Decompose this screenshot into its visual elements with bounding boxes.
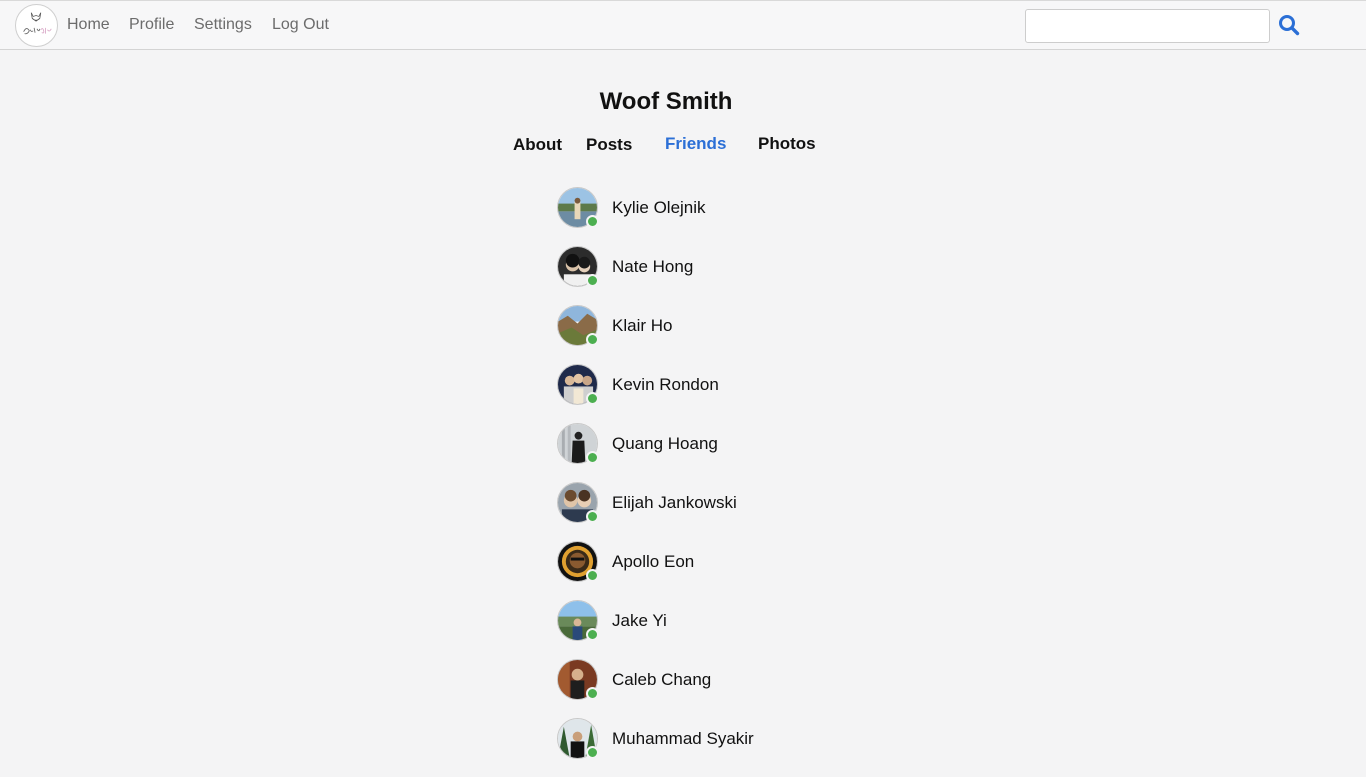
search-button[interactable] — [1278, 14, 1302, 38]
friend-name: Quang Hoang — [612, 434, 718, 453]
friend-name: Caleb Chang — [612, 670, 712, 689]
search-input[interactable] — [1025, 9, 1270, 43]
tab-about[interactable]: About — [513, 135, 562, 155]
friend-item[interactable]: Muhammad Syakir — [557, 718, 857, 777]
online-status-dot — [586, 746, 599, 759]
friend-name: Kevin Rondon — [612, 375, 719, 394]
tab-friends[interactable]: Friends — [665, 134, 726, 154]
friend-item[interactable]: Caleb Chang — [557, 659, 857, 718]
friend-item[interactable]: Kylie Olejnik — [557, 187, 857, 246]
online-status-dot — [586, 392, 599, 405]
nav-home-link[interactable]: Home — [67, 16, 110, 34]
app-logo[interactable] — [15, 4, 58, 47]
online-status-dot — [586, 569, 599, 582]
online-status-dot — [586, 274, 599, 287]
friend-name: Muhammad Syakir — [612, 729, 754, 748]
online-status-dot — [586, 628, 599, 641]
search-icon — [1279, 15, 1300, 36]
friend-item[interactable]: Jake Yi — [557, 600, 857, 659]
friend-name: Nate Hong — [612, 257, 694, 276]
friend-name: Klair Ho — [612, 316, 673, 335]
tab-posts[interactable]: Posts — [586, 135, 632, 155]
nav-settings-link[interactable]: Settings — [194, 16, 252, 34]
online-status-dot — [586, 451, 599, 464]
friend-item[interactable]: Nate Hong — [557, 246, 857, 305]
friend-item[interactable]: Kevin Rondon — [557, 364, 857, 423]
friend-item[interactable]: Elijah Jankowski — [557, 482, 857, 541]
friend-name: Elijah Jankowski — [612, 493, 737, 512]
online-status-dot — [586, 510, 599, 523]
friend-name: Jake Yi — [612, 611, 667, 630]
friend-name: Kylie Olejnik — [612, 198, 706, 217]
friend-item[interactable]: Quang Hoang — [557, 423, 857, 482]
nav-logout-link[interactable]: Log Out — [272, 16, 329, 34]
nav-profile-link[interactable]: Profile — [129, 16, 174, 34]
profile-name-heading: Woof Smith — [599, 88, 733, 115]
online-status-dot — [586, 215, 599, 228]
friend-item[interactable]: Apollo Eon — [557, 541, 857, 600]
online-status-dot — [586, 333, 599, 346]
friend-name: Apollo Eon — [612, 552, 695, 571]
top-navbar: Home Profile Settings Log Out — [0, 0, 1366, 50]
friend-item[interactable]: Klair Ho — [557, 305, 857, 364]
tab-photos[interactable]: Photos — [758, 134, 816, 154]
logo-image — [16, 5, 57, 46]
friends-list: Kylie Olejnik Nate Hong Klair Ho Kevin R… — [557, 187, 857, 777]
online-status-dot — [586, 687, 599, 700]
